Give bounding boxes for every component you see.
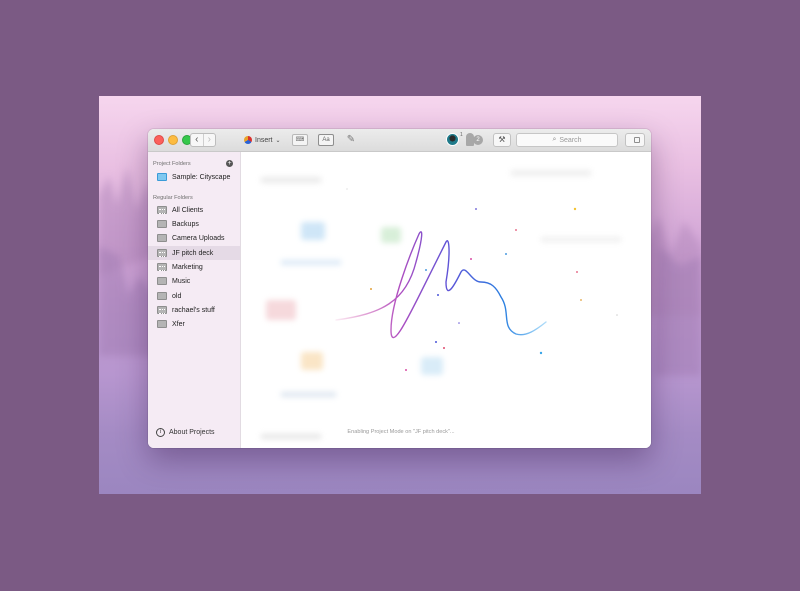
sidebar-item-music[interactable]: Music bbox=[148, 274, 240, 288]
folder-icon bbox=[157, 220, 167, 228]
sidebar-item-old[interactable]: old bbox=[148, 289, 240, 303]
folder-blue-icon bbox=[157, 173, 167, 181]
aa-label: Aa bbox=[322, 137, 330, 143]
sidebar-item-jf-pitch-deck[interactable]: JF pitch deck bbox=[148, 246, 240, 260]
insert-menu-button[interactable]: Insert ⌄ bbox=[244, 134, 281, 146]
shared-folder-icon bbox=[157, 263, 167, 271]
app-window: ‹ › Insert ⌄ ⌨ Aa ✎ 1 2 ⚒ ⌕ Search Proje… bbox=[148, 129, 651, 448]
project-mode-animation bbox=[335, 188, 618, 371]
signature-stroke bbox=[335, 231, 547, 339]
sidebar-item-xfer[interactable]: Xfer bbox=[148, 317, 240, 331]
avatar-count: 1 bbox=[460, 132, 463, 138]
pen-icon[interactable]: ✎ bbox=[344, 134, 358, 146]
sidebar-item-label: Marketing bbox=[172, 263, 203, 271]
sidebar-item-label: JF pitch deck bbox=[172, 249, 214, 257]
sidebar-toggle-button[interactable] bbox=[625, 133, 645, 147]
search-field[interactable]: ⌕ Search bbox=[516, 133, 618, 147]
folder-icon bbox=[157, 234, 167, 242]
toolbar: ‹ › Insert ⌄ ⌨ Aa ✎ 1 2 ⚒ ⌕ Search bbox=[148, 129, 651, 152]
text-style-button[interactable]: Aa bbox=[318, 134, 334, 146]
notification-badge[interactable]: 2 bbox=[473, 135, 483, 145]
info-icon: i bbox=[156, 428, 165, 437]
sparkle-dots bbox=[346, 188, 618, 371]
back-arrow-icon[interactable]: ‹ bbox=[191, 134, 203, 146]
sidebar-item-label: All Clients bbox=[172, 206, 204, 214]
keyboard-icon[interactable]: ⌨ bbox=[292, 134, 308, 146]
sidebar-item-label: old bbox=[172, 292, 182, 300]
insert-icon bbox=[244, 136, 252, 144]
sidebar-item-label: Backups bbox=[172, 220, 199, 228]
project-folders-header: Project Folders bbox=[153, 161, 191, 167]
sidebar-item-sample-cityscape[interactable]: Sample: Cityscape bbox=[148, 170, 240, 184]
forward-arrow-icon[interactable]: › bbox=[202, 134, 216, 146]
status-message: Enabling Project Mode on "JF pitch deck"… bbox=[347, 429, 455, 435]
wrench-icon[interactable]: ⚒ bbox=[493, 133, 511, 147]
shared-folder-icon bbox=[157, 249, 167, 257]
chevron-down-icon: ⌄ bbox=[275, 137, 281, 144]
main-content: Enabling Project Mode on "JF pitch deck"… bbox=[241, 152, 651, 448]
shared-folder-icon bbox=[157, 306, 167, 314]
sidebar-item-label: Music bbox=[172, 277, 191, 285]
add-project-folder-button[interactable]: + bbox=[226, 160, 233, 167]
sidebar-item-all-clients[interactable]: All Clients bbox=[148, 203, 240, 217]
sidebar-item-label: rachael's stuff bbox=[172, 306, 215, 314]
sidebar: Project Folders + Sample: Cityscape Regu… bbox=[148, 152, 241, 448]
close-window-button[interactable] bbox=[154, 135, 164, 145]
navigation-buttons: ‹ › bbox=[190, 133, 216, 147]
avatar[interactable] bbox=[446, 133, 459, 146]
sidebar-item-backups[interactable]: Backups bbox=[148, 217, 240, 231]
search-placeholder: Search bbox=[559, 136, 582, 144]
sidebar-item-label: Xfer bbox=[172, 320, 185, 328]
folder-icon bbox=[157, 277, 167, 285]
regular-folders-header: Regular Folders bbox=[153, 195, 193, 201]
sidebar-item-marketing[interactable]: Marketing bbox=[148, 260, 240, 274]
about-projects-link[interactable]: i About Projects bbox=[156, 428, 215, 437]
minimize-window-button[interactable] bbox=[168, 135, 178, 145]
folder-icon bbox=[157, 292, 167, 300]
folder-icon bbox=[157, 320, 167, 328]
shared-folder-icon bbox=[157, 206, 167, 214]
sidebar-item-label: Sample: Cityscape bbox=[172, 173, 231, 181]
insert-label: Insert bbox=[255, 136, 273, 144]
sidebar-item-rachaels-stuff[interactable]: rachael's stuff bbox=[148, 303, 240, 317]
search-icon: ⌕ bbox=[552, 136, 557, 143]
sidebar-item-camera-uploads[interactable]: Camera Uploads bbox=[148, 231, 240, 245]
about-projects-label: About Projects bbox=[169, 429, 215, 436]
sidebar-item-label: Camera Uploads bbox=[172, 234, 225, 242]
